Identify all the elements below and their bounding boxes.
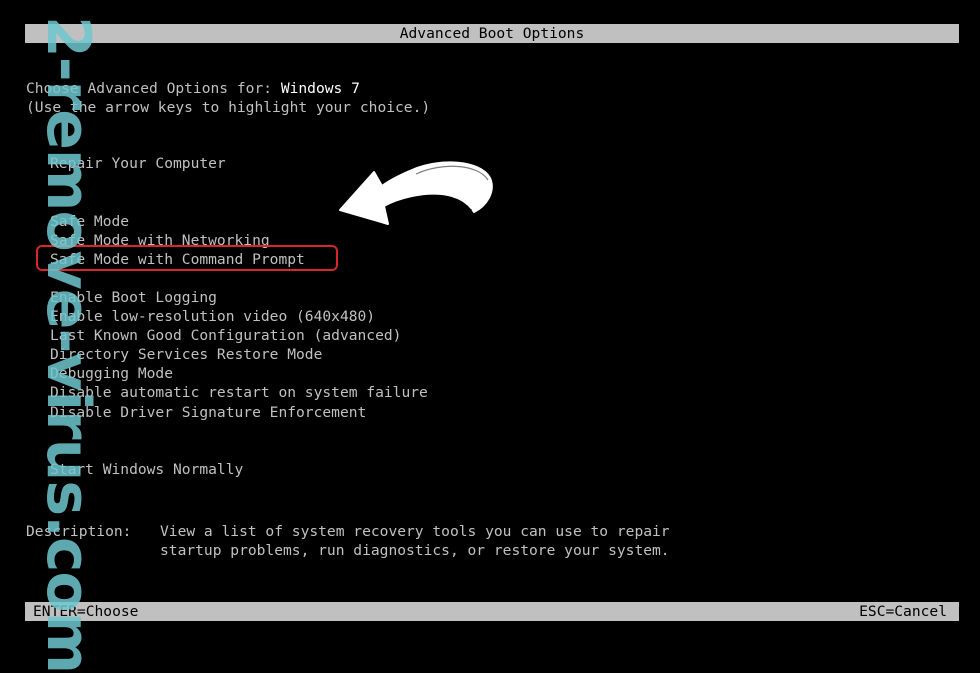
title-bar: Advanced Boot Options (25, 24, 959, 43)
intro-prompt: Choose Advanced Options for: (26, 80, 281, 97)
intro-line-2: (Use the arrow keys to highlight your ch… (26, 99, 431, 116)
menu-item-enable-boot-logging[interactable]: Enable Boot Logging (50, 288, 217, 307)
description-label: Description: (26, 523, 132, 540)
menu-item-last-known-good[interactable]: Last Known Good Configuration (advanced) (50, 326, 401, 345)
menu-item-debugging-mode[interactable]: Debugging Mode (50, 364, 173, 383)
curved-arrow-icon (339, 161, 493, 225)
os-name: Windows 7 (280, 80, 360, 97)
menu-item-disable-driver-signature[interactable]: Disable Driver Signature Enforcement (50, 403, 366, 422)
menu-item-low-resolution-video[interactable]: Enable low-resolution video (640x480) (50, 307, 375, 326)
description-line-1: View a list of system recovery tools you… (160, 523, 670, 540)
highlight-box (36, 245, 338, 271)
intro-line-1: Choose Advanced Options for: Windows 7 (26, 79, 360, 98)
menu-item-directory-services-restore[interactable]: Directory Services Restore Mode (50, 345, 322, 364)
menu-item-safe-mode[interactable]: Safe Mode (50, 212, 129, 231)
menu-item-disable-auto-restart[interactable]: Disable automatic restart on system fail… (50, 383, 428, 402)
description-line-2: startup problems, run diagnostics, or re… (160, 542, 670, 559)
page-title: Advanced Boot Options (399, 25, 585, 42)
menu-item-repair-your-computer[interactable]: Repair Your Computer (50, 154, 226, 173)
footer-bar: ENTER=Choose ESC=Cancel (25, 602, 959, 621)
esc-cancel-hint[interactable]: ESC=Cancel (859, 602, 947, 621)
enter-choose-hint[interactable]: ENTER=Choose (33, 602, 138, 621)
menu-item-start-windows-normally[interactable]: Start Windows Normally (50, 460, 243, 479)
